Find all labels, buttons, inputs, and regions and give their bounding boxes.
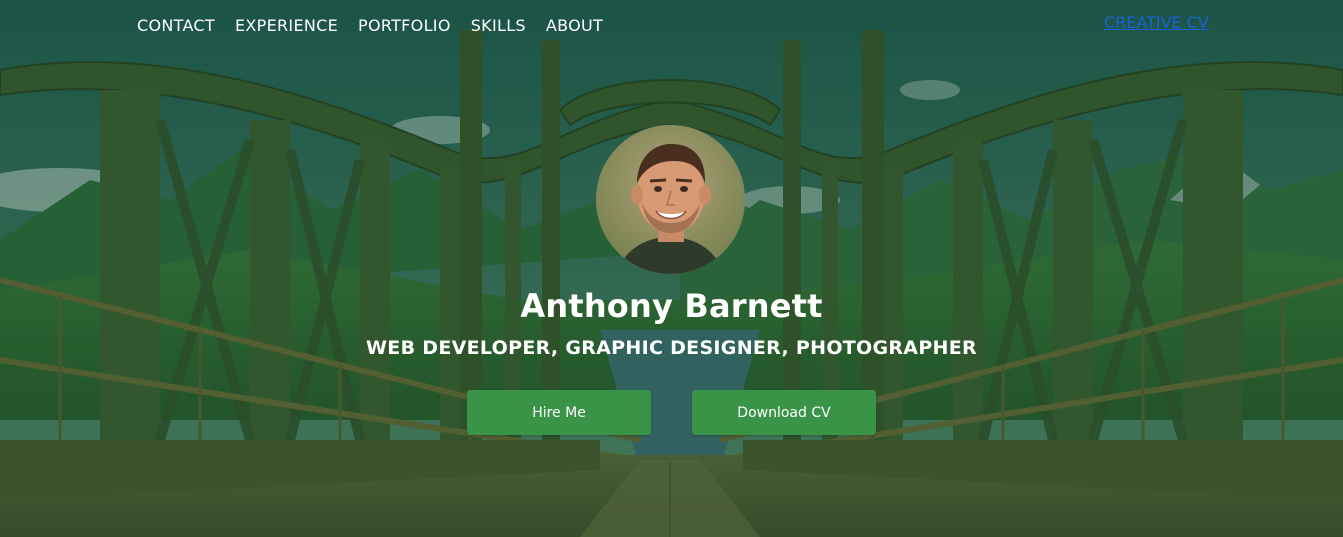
hero-section: CONTACT EXPERIENCE PORTFOLIO SKILLS ABOU… [0,0,1343,537]
nav-link-skills[interactable]: SKILLS [471,16,526,35]
download-cv-button[interactable]: Download CV [692,390,876,435]
nav-link-portfolio[interactable]: PORTFOLIO [358,16,451,35]
profile-tagline: WEB DEVELOPER, GRAPHIC DESIGNER, PHOTOGR… [366,337,977,359]
profile-photo-icon [596,125,745,274]
hire-me-button[interactable]: Hire Me [467,390,651,435]
profile-name: Anthony Barnett [520,287,823,325]
brand-link[interactable]: CREATIVE CV [1104,13,1209,32]
avatar [596,125,745,274]
nav-link-experience[interactable]: EXPERIENCE [235,16,338,35]
nav-link-about[interactable]: ABOUT [546,16,603,35]
main-nav: CONTACT EXPERIENCE PORTFOLIO SKILLS ABOU… [137,13,623,37]
nav-link-contact[interactable]: CONTACT [137,16,215,35]
